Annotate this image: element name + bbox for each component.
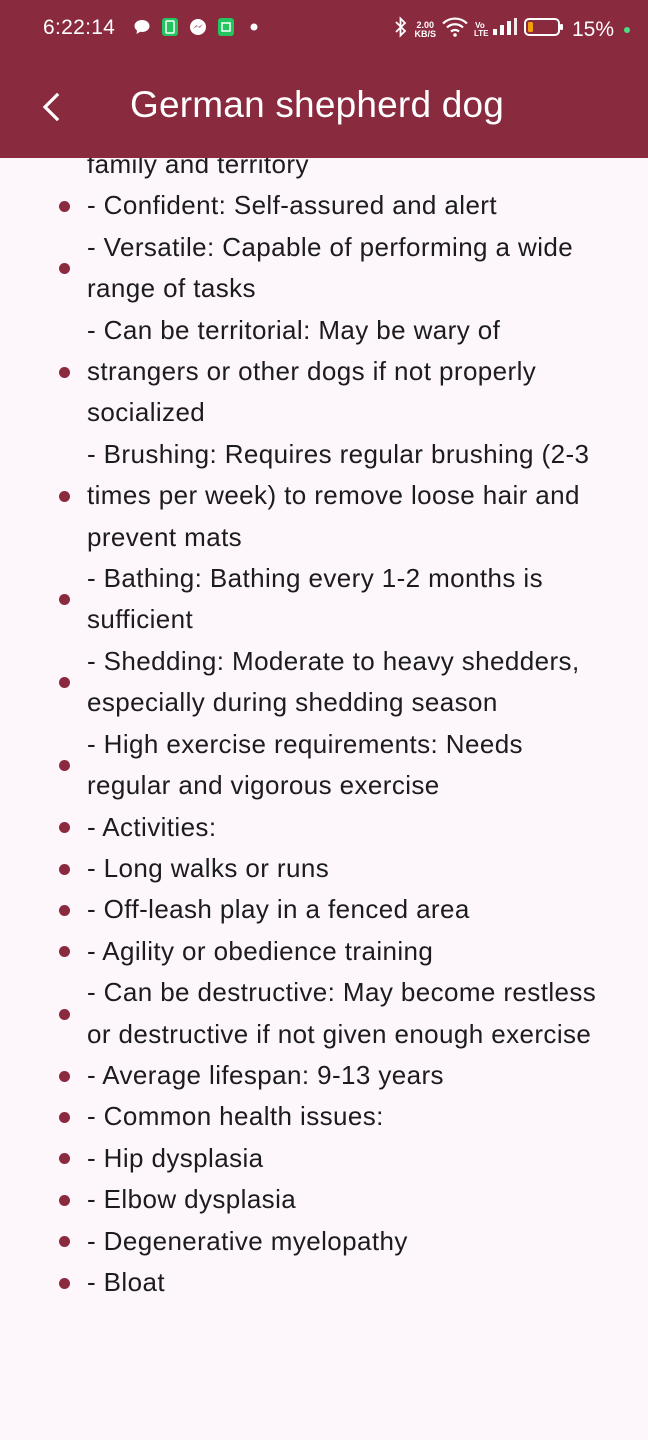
list-item-text: - Can be territorial: May be wary of str… bbox=[87, 314, 537, 428]
bullet-dot-icon bbox=[59, 863, 70, 875]
list-item-text: - Average lifespan: 9-13 years bbox=[87, 1059, 444, 1090]
list-item: - Can be destructive: May become restles… bbox=[0, 972, 648, 1055]
bullet-dot-icon bbox=[59, 946, 70, 958]
bullet-dot-icon bbox=[59, 1153, 70, 1165]
list-item-text: - Elbow dysplasia bbox=[87, 1184, 297, 1215]
bullet-dot-icon bbox=[59, 263, 70, 275]
list-item: - Shedding: Moderate to heavy shedders, … bbox=[0, 641, 648, 724]
bullet-dot-icon bbox=[59, 760, 70, 772]
bullet-dot-icon bbox=[59, 490, 70, 502]
signal-strength-icon bbox=[492, 18, 518, 41]
bullet-list: family and territory - Confident: Self-a… bbox=[0, 158, 648, 1303]
list-item-text: - Bloat bbox=[87, 1266, 165, 1297]
list-item-text: - Hip dysplasia bbox=[87, 1142, 264, 1173]
bullet-dot-icon bbox=[59, 1236, 70, 1248]
bullet-dot-icon bbox=[59, 1008, 70, 1020]
more-notifications-dot-icon bbox=[244, 17, 264, 37]
system-icons: 2.00 KB/S Vo LTE 15% bbox=[394, 16, 630, 43]
list-item: - Off-leash play in a fenced area bbox=[0, 889, 648, 930]
list-item: - Long walks or runs bbox=[0, 848, 648, 889]
list-item-text: - Versatile: Capable of performing a wid… bbox=[87, 231, 574, 304]
list-item: - Agility or obedience training bbox=[0, 931, 648, 972]
list-item-text: - Confident: Self-assured and alert bbox=[87, 190, 497, 221]
chat-bubble-icon bbox=[132, 17, 152, 37]
battery-icon bbox=[523, 17, 564, 42]
app-bar: German shepherd dog bbox=[0, 60, 648, 158]
list-item-clipped: family and territory bbox=[0, 158, 648, 185]
list-item: - Common health issues: bbox=[0, 1096, 648, 1137]
list-item: - Degenerative myelopathy bbox=[0, 1221, 648, 1262]
list-item: - Activities: bbox=[0, 807, 648, 848]
network-speed: 2.00 KB/S bbox=[414, 20, 436, 39]
list-item-text: - Agility or obedience training bbox=[87, 935, 434, 966]
bullet-dot-icon bbox=[59, 677, 70, 689]
status-time: 6:22:14 bbox=[43, 16, 116, 39]
page-title: German shepherd dog bbox=[130, 84, 505, 125]
list-item: - Brushing: Requires regular brushing (2… bbox=[0, 434, 648, 558]
bullet-dot-icon bbox=[59, 1194, 70, 1206]
app-notification-icon bbox=[160, 17, 180, 37]
privacy-indicator-dot bbox=[624, 26, 630, 33]
bullet-dot-icon bbox=[59, 822, 70, 834]
volte-indicator: Vo LTE bbox=[473, 21, 489, 38]
bluetooth-icon bbox=[394, 16, 408, 43]
list-item: - Average lifespan: 9-13 years bbox=[0, 1055, 648, 1096]
list-item-text: - High exercise requirements: Needs regu… bbox=[87, 728, 523, 801]
list-item-text: family and territory bbox=[87, 158, 309, 179]
list-item: - Elbow dysplasia bbox=[0, 1179, 648, 1220]
list-item: - Bathing: Bathing every 1-2 months is s… bbox=[0, 558, 648, 641]
list-item-text: - Common health issues: bbox=[87, 1101, 384, 1132]
bullet-dot-icon bbox=[59, 366, 70, 378]
bullet-dot-icon bbox=[59, 594, 70, 606]
battery-percent: 15% bbox=[571, 17, 614, 41]
list-item-text: - Bathing: Bathing every 1-2 months is s… bbox=[87, 563, 543, 635]
list-item-text: - Long walks or runs bbox=[87, 852, 330, 883]
bullet-dot-icon bbox=[59, 1277, 70, 1289]
back-button[interactable] bbox=[28, 83, 76, 131]
wifi-icon bbox=[442, 17, 468, 42]
app-notification-icon-2 bbox=[216, 17, 236, 37]
list-item-text: - Shedding: Moderate to heavy shedders, … bbox=[87, 645, 580, 718]
volte-bottom: LTE bbox=[473, 28, 489, 38]
content-scroll-area[interactable]: family and territory - Confident: Self-a… bbox=[0, 158, 648, 1440]
bullet-dot-icon bbox=[59, 1070, 70, 1082]
list-item-text: - Off-leash play in a fenced area bbox=[87, 894, 470, 925]
list-item: - Confident: Self-assured and alert bbox=[0, 185, 648, 226]
arrow-back-icon bbox=[42, 92, 60, 122]
list-item-text: - Degenerative myelopathy bbox=[87, 1225, 408, 1256]
bullet-dot-icon bbox=[59, 201, 70, 213]
list-item: - Bloat bbox=[0, 1262, 648, 1303]
list-item: - Can be territorial: May be wary of str… bbox=[0, 310, 648, 434]
list-item-text: - Activities: bbox=[87, 811, 217, 842]
bullet-dot-icon bbox=[59, 905, 70, 917]
list-item-text: - Can be destructive: May become restles… bbox=[87, 977, 597, 1049]
list-item-text: - Brushing: Requires regular brushing (2… bbox=[87, 438, 590, 552]
messenger-icon bbox=[188, 17, 208, 37]
bullet-dot-icon bbox=[59, 1112, 70, 1124]
list-item: - Hip dysplasia bbox=[0, 1138, 648, 1179]
list-item: - Versatile: Capable of performing a wid… bbox=[0, 227, 648, 310]
notification-icons bbox=[132, 17, 264, 37]
list-item: - High exercise requirements: Needs regu… bbox=[0, 724, 648, 807]
status-bar: 6:22:14 2.00 KB/S Vo LTE 15% bbox=[0, 0, 648, 60]
network-speed-unit: KB/S bbox=[414, 28, 436, 39]
